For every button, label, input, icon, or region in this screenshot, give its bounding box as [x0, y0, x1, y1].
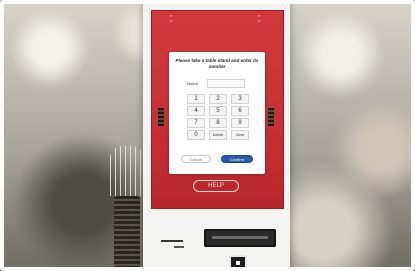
receipt-printer-slot — [204, 229, 276, 247]
key-4[interactable]: 4 — [187, 106, 205, 116]
key-8[interactable]: 8 — [209, 118, 227, 128]
stand-cage — [110, 146, 144, 196]
screen-side-pattern-right — [268, 108, 274, 126]
confirm-button[interactable]: Confirm — [221, 155, 253, 163]
key-0[interactable]: 0 — [187, 130, 205, 140]
screen-corner-mark-left: ▪▪ ▪▪ — [170, 14, 173, 23]
clear-key[interactable]: Clear — [231, 130, 249, 140]
qr-scanner — [229, 255, 247, 271]
number-keypad: 1 2 3 4 5 6 7 8 9 0 Delete Clear — [187, 94, 249, 140]
key-7[interactable]: 7 — [187, 118, 205, 128]
key-2[interactable]: 2 — [209, 94, 227, 104]
table-number-dialog: Please take a table stand and enter its … — [169, 52, 265, 174]
key-5[interactable]: 5 — [209, 106, 227, 116]
screen-corner-mark-right: ▪▪ ▪▪ — [258, 14, 261, 23]
number-field-row: Num# — [187, 79, 249, 89]
key-3[interactable]: 3 — [231, 94, 249, 104]
key-1[interactable]: 1 — [187, 94, 205, 104]
card-reader-indicator — [174, 246, 184, 248]
card-reader-slot — [161, 240, 183, 242]
stand-stack — [114, 196, 140, 268]
screen-side-pattern-left — [158, 108, 164, 126]
dialog-title: Please take a table stand and enter its … — [175, 58, 259, 69]
table-number-input[interactable] — [207, 79, 245, 88]
number-label: Num# — [187, 81, 198, 86]
delete-key[interactable]: Delete — [209, 130, 227, 140]
key-9[interactable]: 9 — [231, 118, 249, 128]
key-6[interactable]: 6 — [231, 106, 249, 116]
cancel-button[interactable]: Cancel — [181, 155, 211, 163]
table-stand — [106, 146, 148, 271]
help-button[interactable]: HELP — [193, 180, 239, 192]
